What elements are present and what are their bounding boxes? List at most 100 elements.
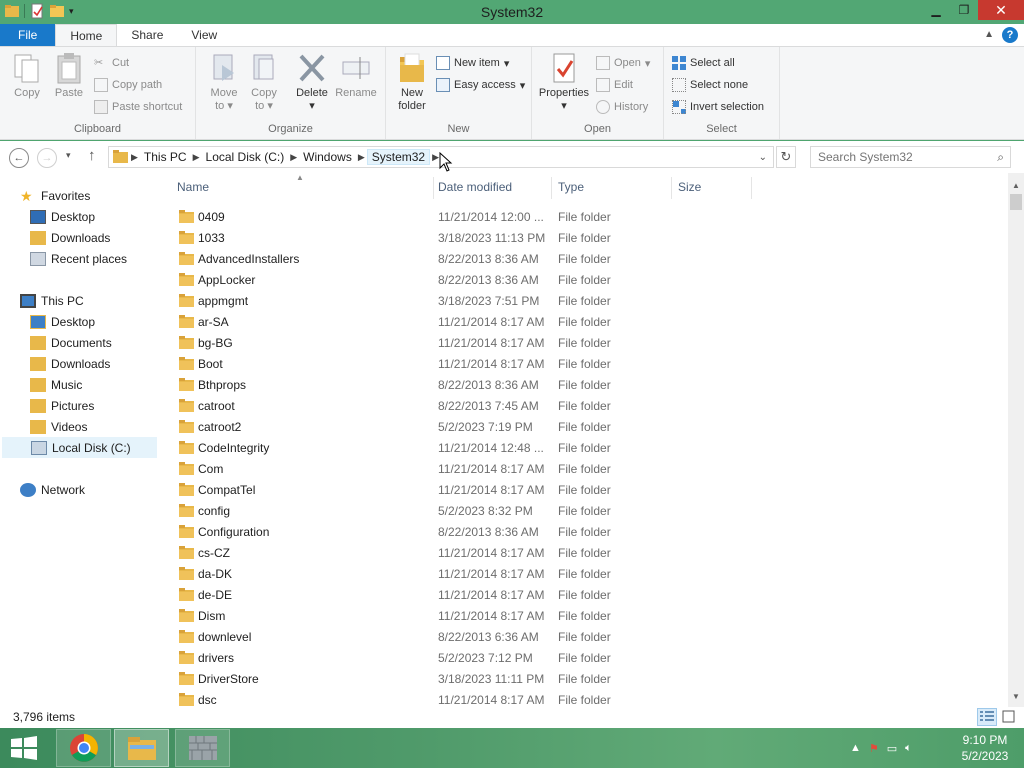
nav-this-pc[interactable]: This PC [20, 290, 177, 311]
tab-share[interactable]: Share [117, 24, 177, 47]
system-clock[interactable]: 9:10 PM 5/2/2023 [955, 732, 1015, 764]
table-row[interactable]: Bthprops 8/22/2013 8:36 AM File folder [163, 375, 1008, 396]
breadcrumb-system32[interactable]: System32 [366, 149, 431, 165]
table-row[interactable]: ar-SA 11/21/2014 8:17 AM File folder [163, 312, 1008, 333]
show-hidden-icons-icon[interactable]: ▲ [850, 742, 861, 754]
search-box[interactable]: ⌕ [810, 146, 1011, 168]
table-row[interactable]: 0409 11/21/2014 12:00 ... File folder [163, 207, 1008, 228]
recent-locations-icon[interactable]: ▾ [66, 150, 71, 161]
properties-button[interactable]: Properties ▾ [536, 51, 592, 113]
table-row[interactable]: Com 11/21/2014 8:17 AM File folder [163, 459, 1008, 480]
file-date-modified: 11/21/2014 8:17 AM [438, 462, 545, 476]
table-row[interactable]: AdvancedInstallers 8/22/2013 8:36 AM File … [163, 249, 1008, 270]
up-button[interactable]: ↑ [88, 147, 96, 164]
table-row[interactable]: drivers 5/2/2023 7:12 PM File folder [163, 648, 1008, 669]
action-center-flag-icon[interactable]: ⚑ [869, 742, 879, 755]
cut-button[interactable]: ✂ Cut [94, 54, 129, 72]
column-header-name[interactable]: Name [177, 180, 209, 194]
taskbar-chrome[interactable] [56, 729, 111, 767]
tab-home[interactable]: Home [55, 24, 118, 47]
close-button[interactable]: ✕ [978, 0, 1024, 20]
history-button[interactable]: History [596, 98, 648, 116]
table-row[interactable]: config 5/2/2023 8:32 PM File folder [163, 501, 1008, 522]
scroll-thumb[interactable] [1010, 194, 1022, 210]
table-row[interactable]: Boot 11/21/2014 8:17 AM File folder [163, 354, 1008, 375]
tab-view[interactable]: View [177, 24, 231, 47]
table-row[interactable]: downlevel 8/22/2013 6:36 AM File folder [163, 627, 1008, 648]
tab-file[interactable]: File [0, 24, 56, 47]
easy-access-button[interactable]: Easy access ▾ [436, 76, 525, 94]
table-row[interactable]: appmgmt 3/18/2023 7:51 PM File folder [163, 291, 1008, 312]
nav-local-disk[interactable]: Local Disk (C:) [2, 437, 157, 458]
new-item-button[interactable]: New item ▾ [436, 54, 509, 72]
breadcrumb-windows[interactable]: Windows [299, 150, 356, 164]
table-row[interactable]: de-DE 11/21/2014 8:17 AM File folder [163, 585, 1008, 606]
breadcrumb-separator-icon[interactable]: ▶ [288, 152, 299, 163]
table-row[interactable]: cs-CZ 11/21/2014 8:17 AM File folder [163, 543, 1008, 564]
column-divider[interactable] [551, 177, 552, 199]
rename-button[interactable]: Rename [334, 51, 378, 100]
table-row[interactable]: da-DK 11/21/2014 8:17 AM File folder [163, 564, 1008, 585]
network-status-icon[interactable]: ▭ [887, 742, 897, 755]
copy-path-button[interactable]: Copy path [94, 76, 162, 94]
back-button[interactable]: ← [9, 148, 29, 168]
breadcrumb-separator-icon[interactable]: ▶ [356, 152, 367, 163]
copy-button[interactable]: Copy [8, 51, 46, 100]
taskbar-file-explorer[interactable] [114, 729, 169, 767]
expand-ribbon-icon[interactable]: ▲ [984, 29, 994, 40]
column-divider[interactable] [671, 177, 672, 199]
breadcrumb-this-pc[interactable]: This PC [140, 150, 191, 164]
nav-favorites[interactable]: ★ Favorites [20, 185, 177, 206]
table-row[interactable]: Dism 11/21/2014 8:17 AM File folder [163, 606, 1008, 627]
paste-shortcut-button[interactable]: Paste shortcut [94, 98, 182, 116]
breadcrumb-separator-icon[interactable]: ▶ [191, 152, 202, 163]
help-icon[interactable]: ? [1002, 27, 1018, 43]
minimize-button[interactable]: ▁ [922, 0, 950, 20]
new-folder-button[interactable]: New folder [392, 51, 432, 113]
file-type: File folder [558, 609, 611, 623]
refresh-button[interactable]: ↻ [776, 146, 796, 168]
search-input[interactable] [811, 147, 981, 167]
table-row[interactable]: 1033 3/18/2023 11:13 PM File folder [163, 228, 1008, 249]
address-dropdown-icon[interactable]: ⌄ [759, 152, 767, 163]
table-row[interactable]: CompatTel 11/21/2014 8:17 AM File folder [163, 480, 1008, 501]
table-row[interactable]: bg-BG 11/21/2014 8:17 AM File folder [163, 333, 1008, 354]
clipboard-group: Copy Paste ✂ Cut Copy path Paste shortcut… [0, 47, 196, 139]
speaker-icon[interactable]: 🔈︎ [905, 742, 912, 755]
forward-button[interactable]: → [37, 148, 57, 168]
column-divider[interactable] [751, 177, 752, 199]
table-row[interactable]: CodeIntegrity 11/21/2014 12:48 ... File fo… [163, 438, 1008, 459]
table-row[interactable]: dsc 11/21/2014 8:17 AM File folder [163, 690, 1008, 707]
paste-button[interactable]: Paste [50, 51, 88, 100]
large-icons-view-button[interactable] [999, 708, 1019, 726]
scroll-down-icon[interactable]: ▼ [1008, 689, 1024, 705]
taskbar-app-window[interactable] [175, 729, 230, 767]
search-icon[interactable]: ⌕ [997, 150, 1004, 165]
table-row[interactable]: DriverStore 3/18/2023 11:11 PM File folder [163, 669, 1008, 690]
column-divider[interactable] [433, 177, 434, 199]
desktop-icon [30, 209, 46, 224]
scroll-up-icon[interactable]: ▲ [1008, 178, 1024, 194]
table-row[interactable]: AppLocker 8/22/2013 8:36 AM File folder [163, 270, 1008, 291]
column-header-date[interactable]: Date modified [438, 180, 512, 194]
breadcrumb-separator-icon[interactable]: ▶ [129, 152, 140, 163]
vertical-scrollbar[interactable]: ▲ ▼ [1008, 173, 1024, 707]
table-row[interactable]: Configuration 8/22/2013 8:36 AM File folde… [163, 522, 1008, 543]
breadcrumb-local-disk[interactable]: Local Disk (C:) [202, 150, 289, 164]
copy-to-button[interactable]: Copy to ▾ [244, 51, 284, 113]
table-row[interactable]: catroot2 5/2/2023 7:19 PM File folder [163, 417, 1008, 438]
nav-network[interactable]: Network [20, 479, 177, 500]
delete-button[interactable]: Delete ▾ [292, 51, 332, 113]
column-header-type[interactable]: Type [558, 180, 584, 194]
edit-button[interactable]: Edit [596, 76, 633, 94]
invert-selection-button[interactable]: Invert selection [672, 98, 764, 116]
column-header-size[interactable]: Size [678, 180, 701, 194]
restore-button[interactable]: ❐ [950, 0, 978, 20]
windows-start-icon[interactable] [10, 736, 38, 760]
table-row[interactable]: catroot 8/22/2013 7:45 AM File folder [163, 396, 1008, 417]
move-to-button[interactable]: Move to ▾ [204, 51, 244, 113]
select-all-button[interactable]: Select all [672, 54, 735, 72]
open-button[interactable]: Open ▾ [596, 54, 650, 72]
details-view-button[interactable] [977, 708, 997, 726]
select-none-button[interactable]: Select none [672, 76, 748, 94]
